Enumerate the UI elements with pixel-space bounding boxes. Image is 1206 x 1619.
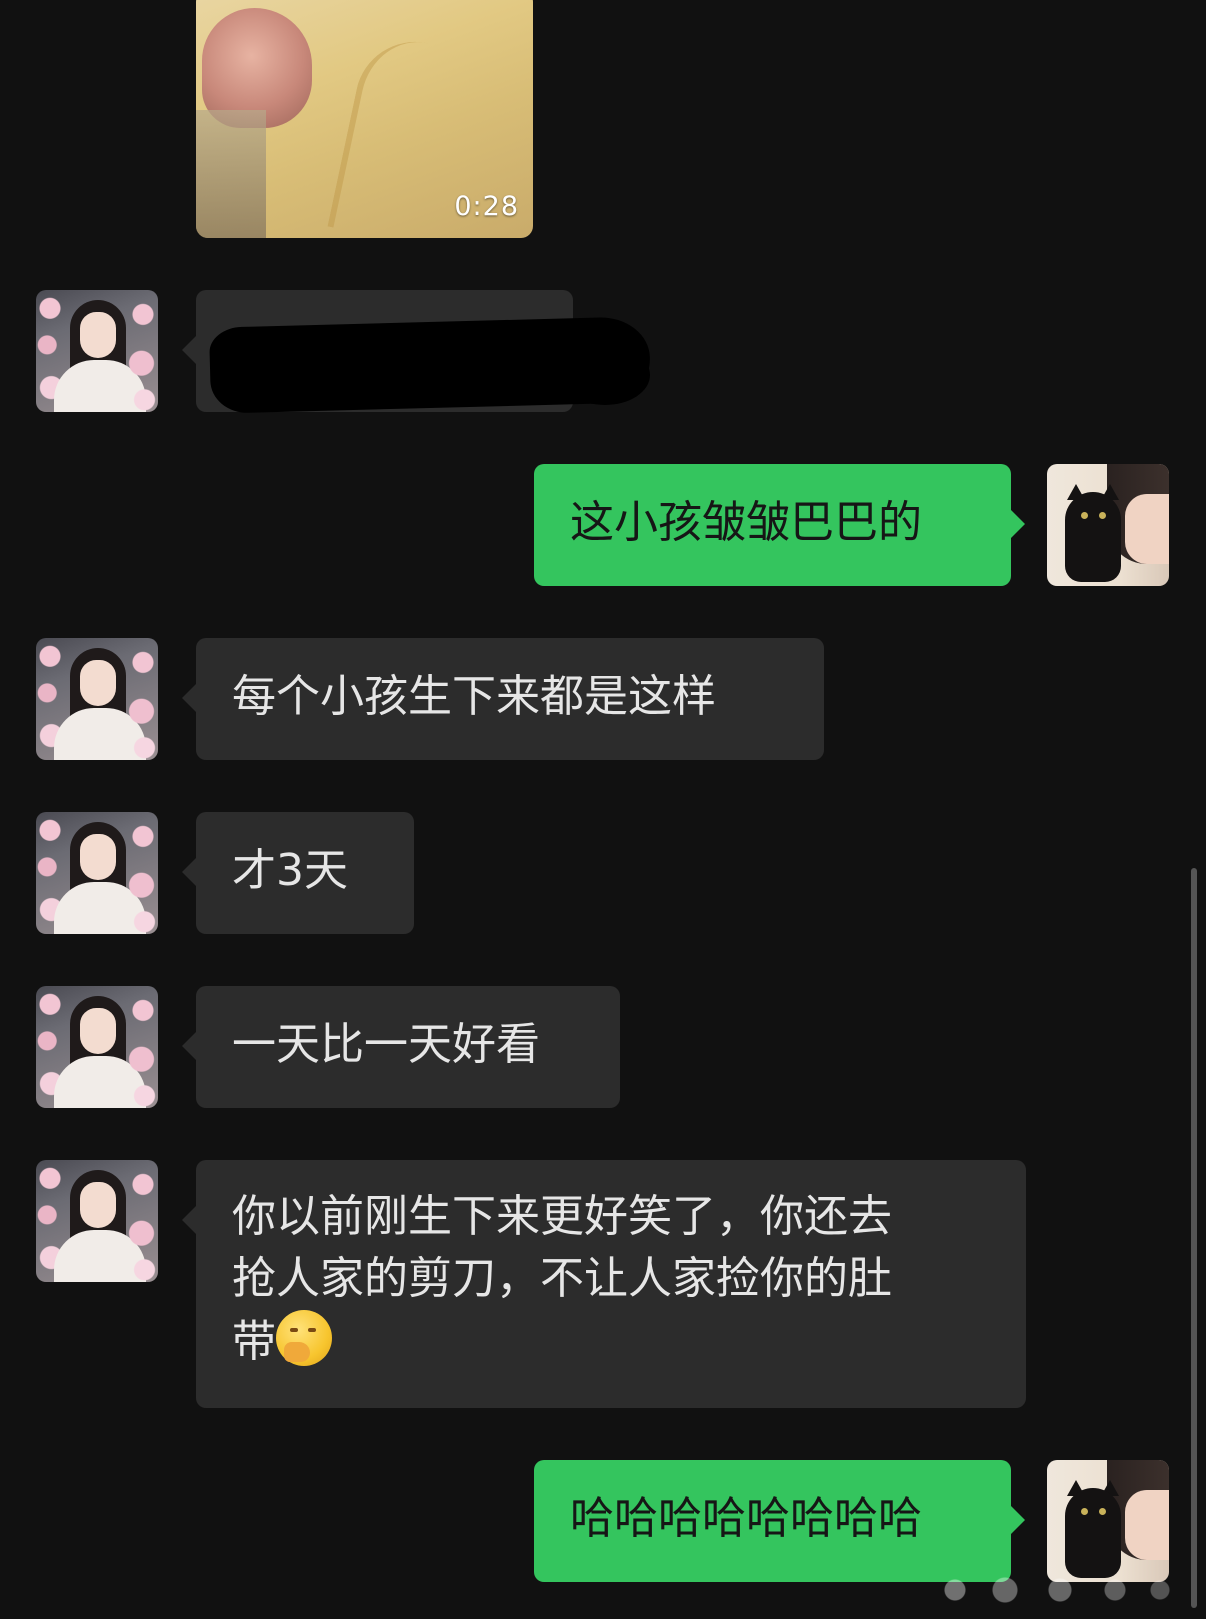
avatar-face (80, 1182, 116, 1228)
message-bubble-outgoing[interactable]: 哈哈哈哈哈哈哈哈 (534, 1460, 1025, 1582)
avatar-flowers-right (128, 290, 158, 412)
redaction-scribble-tail (560, 345, 650, 405)
avatar-flowers-right (128, 638, 158, 760)
message-bubble-incoming[interactable]: 你以前刚生下来更好笑了，你还去 抢人家的剪刀，不让人家捡你的肚 带 (182, 1160, 1026, 1408)
message-bubble-outgoing[interactable]: 这小孩皱皱巴巴的 (534, 464, 1025, 586)
chat-conversation: 0:28 这小孩皱皱巴巴的 每个小孩生下来都是这样 才3天 一天比一天好看 你以… (0, 0, 1206, 1619)
message-text: 哈哈哈哈哈哈哈哈 (570, 1493, 922, 1544)
avatar-cat-eye (1099, 1508, 1106, 1515)
avatar-face (80, 660, 116, 706)
message-text: 才3天 (232, 845, 348, 896)
video-message[interactable]: 0:28 (196, 0, 533, 238)
avatar-cat-eye (1081, 1508, 1088, 1515)
contact-avatar[interactable] (36, 638, 158, 760)
message-text-line: 你以前刚生下来更好笑了，你还去 (232, 1191, 892, 1242)
message-text-line: 抢人家的剪刀，不让人家捡你的肚 (232, 1253, 892, 1304)
message-bubble-incoming[interactable]: 才3天 (182, 812, 414, 934)
avatar-face (80, 1008, 116, 1054)
avatar-face (80, 312, 116, 358)
contact-avatar[interactable] (36, 812, 158, 934)
avatar-flowers-right (128, 812, 158, 934)
avatar-cat (1065, 1488, 1121, 1578)
avatar-cat-eye (1099, 512, 1106, 519)
message-bubble-incoming[interactable]: 每个小孩生下来都是这样 (182, 638, 824, 760)
contact-avatar[interactable] (36, 290, 158, 412)
scrollbar[interactable] (1191, 868, 1197, 1608)
avatar-flowers-right (128, 1160, 158, 1282)
watermark (930, 1572, 1180, 1608)
thinking-face-icon (276, 1310, 332, 1366)
contact-avatar[interactable] (36, 986, 158, 1108)
self-avatar[interactable] (1047, 464, 1169, 586)
video-thumbnail-sleeve (196, 110, 266, 238)
avatar-face (1125, 1490, 1169, 1560)
avatar-face (80, 834, 116, 880)
message-text: 每个小孩生下来都是这样 (232, 671, 716, 722)
message-text: 一天比一天好看 (232, 1019, 540, 1070)
message-text: 这小孩皱皱巴巴的 (570, 497, 922, 548)
self-avatar[interactable] (1047, 1460, 1169, 1582)
message-bubble-incoming[interactable]: 一天比一天好看 (182, 986, 620, 1108)
message-text-line: 带 (232, 1316, 276, 1367)
avatar-face (1125, 494, 1169, 564)
avatar-cat (1065, 492, 1121, 582)
message-text-line-last: 带 (232, 1310, 990, 1373)
avatar-cat-eye (1081, 512, 1088, 519)
contact-avatar[interactable] (36, 1160, 158, 1282)
video-duration: 0:28 (454, 191, 519, 222)
avatar-flowers-right (128, 986, 158, 1108)
